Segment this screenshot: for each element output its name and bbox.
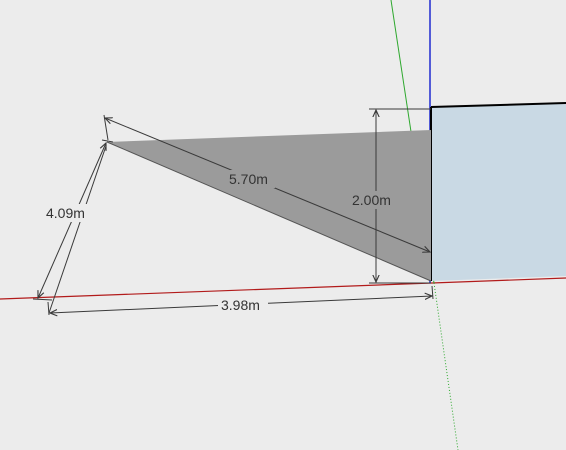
dimension-slant[interactable]: 4.09m	[32, 139, 114, 314]
slant-label[interactable]: 4.09m	[46, 205, 85, 221]
base-extension-right	[431, 285, 434, 300]
box-face[interactable]	[431, 103, 566, 281]
slant-dimension-line-2	[48, 145, 107, 314]
model-canvas[interactable]: 4.09m 5.70m 2.00m 3.98m	[0, 0, 566, 450]
red-axis-solid	[0, 282, 433, 300]
base-extension-left	[47, 301, 50, 316]
slant-extension-bottom	[32, 298, 53, 301]
green-axis-dotted	[433, 282, 459, 450]
height-label[interactable]: 2.00m	[352, 192, 391, 208]
base-label[interactable]: 3.98m	[221, 297, 260, 313]
hypotenuse-label[interactable]: 5.70m	[229, 171, 268, 187]
modeling-viewport[interactable]: 4.09m 5.70m 2.00m 3.98m	[0, 0, 566, 450]
